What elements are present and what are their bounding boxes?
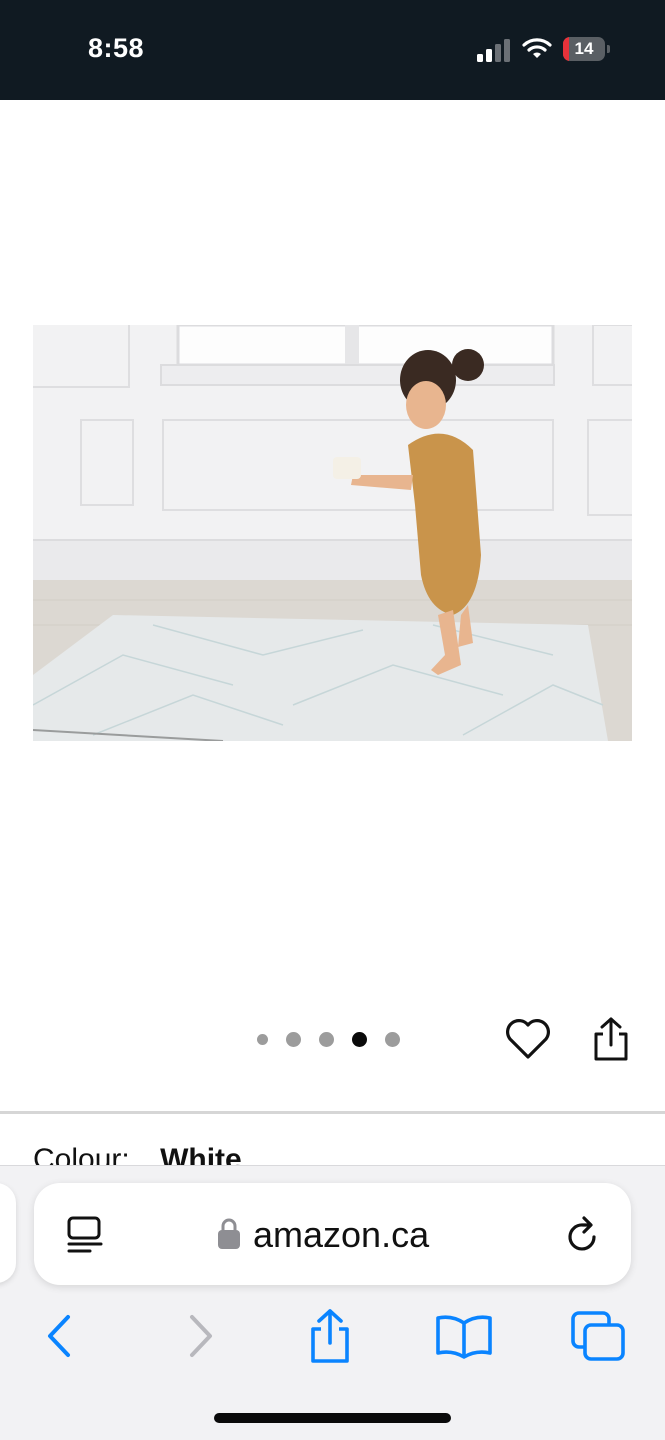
tabs-icon bbox=[571, 1311, 625, 1361]
address-bar[interactable]: amazon.ca bbox=[34, 1183, 631, 1285]
browser-bottom-bar: amazon.ca bbox=[0, 1165, 665, 1440]
url-text[interactable]: amazon.ca bbox=[253, 1214, 429, 1256]
carousel-dot-active[interactable] bbox=[352, 1031, 367, 1047]
share-button[interactable] bbox=[300, 1306, 360, 1366]
carousel-dot[interactable] bbox=[286, 1031, 301, 1047]
share-icon bbox=[311, 1309, 349, 1363]
status-bar: 8:58 14 bbox=[0, 0, 665, 100]
product-photo bbox=[33, 325, 632, 741]
carousel-dot[interactable] bbox=[319, 1031, 334, 1047]
bookmarks-icon bbox=[436, 1315, 492, 1359]
lock-icon bbox=[218, 1218, 240, 1249]
section-divider bbox=[0, 1111, 665, 1114]
forward-button[interactable] bbox=[170, 1306, 230, 1366]
bookmarks-button[interactable] bbox=[434, 1306, 494, 1366]
carousel-dot[interactable] bbox=[385, 1031, 400, 1047]
tabs-button[interactable] bbox=[568, 1306, 628, 1366]
share-icon[interactable] bbox=[591, 1016, 631, 1062]
battery-level: 14 bbox=[574, 39, 594, 58]
cellular-signal-icon bbox=[477, 39, 510, 62]
product-image[interactable] bbox=[33, 325, 632, 741]
carousel-dot[interactable] bbox=[257, 1033, 268, 1045]
wifi-icon bbox=[522, 38, 552, 58]
previous-tab-preview[interactable] bbox=[0, 1183, 16, 1283]
status-time: 8:58 bbox=[88, 33, 145, 63]
heart-icon[interactable] bbox=[505, 1017, 551, 1061]
forward-icon bbox=[190, 1315, 212, 1357]
back-icon bbox=[48, 1315, 70, 1357]
page-menu-icon[interactable] bbox=[66, 1215, 104, 1255]
carousel-dots[interactable] bbox=[257, 1029, 418, 1049]
reload-icon[interactable] bbox=[564, 1213, 602, 1255]
browser-toolbar bbox=[0, 1306, 665, 1366]
battery-icon: 14 bbox=[563, 37, 611, 61]
home-indicator bbox=[214, 1413, 451, 1423]
back-button[interactable] bbox=[30, 1306, 90, 1366]
